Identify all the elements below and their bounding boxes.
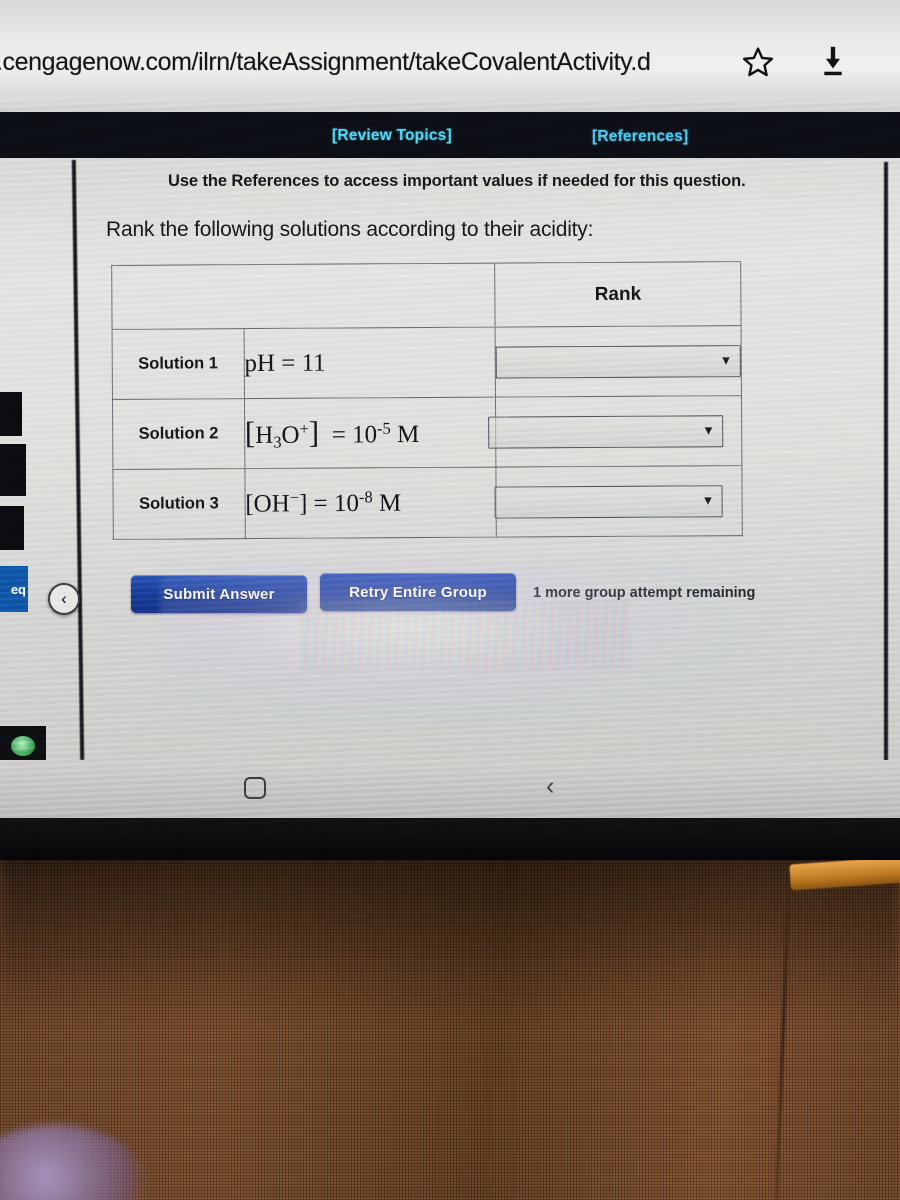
solution-2-rank-cell: ▾ (488, 395, 742, 468)
solution-3-label: Solution 3 (112, 468, 245, 540)
green-circle-icon (11, 736, 35, 756)
submit-answer-button[interactable]: Submit Answer (131, 575, 307, 613)
review-topics-link[interactable]: [Review Topics] (332, 127, 452, 145)
table-row: Solution 2 [H3O+] = 10-5 M ▾ (112, 395, 742, 470)
table-row: Solution 1 pH = 11 ▾ (112, 325, 742, 400)
content-frame-right-edge (884, 162, 888, 762)
header-blank (111, 263, 496, 330)
back-chevron-icon[interactable]: ‹ (546, 774, 554, 799)
chevron-down-icon: ▾ (722, 351, 730, 369)
solution-2-label: Solution 2 (112, 398, 245, 470)
solution-1-expression: pH = 11 (243, 327, 496, 399)
rank-select-2[interactable]: ▾ (488, 414, 724, 449)
solution-1-label: Solution 1 (112, 328, 245, 400)
chevron-down-icon: ▾ (704, 491, 712, 509)
table-row: Solution 3 [OH−] = 10-8 M ▾ (112, 465, 743, 540)
url-text[interactable]: .cengagenow.com/ilrn/takeAssignment/take… (0, 48, 651, 77)
desk-shadow (0, 842, 900, 1012)
table-header-row: Rank (111, 261, 742, 330)
solution-3-rank-cell: ▾ (494, 465, 743, 538)
question-prompt: Rank the following solutions according t… (106, 218, 594, 241)
header-rank: Rank (494, 261, 742, 328)
chevron-down-icon: ▾ (704, 421, 713, 439)
edge-fragment-1 (0, 392, 22, 436)
edge-fragment-2 (0, 444, 26, 496)
instruction-text: Use the References to access important v… (168, 172, 746, 190)
solution-2-expression: [H3O+] = 10-5 M (244, 397, 497, 469)
edge-fragment-3 (0, 506, 24, 550)
floating-back-button[interactable]: ‹ (48, 583, 80, 615)
photo-canvas: .cengagenow.com/ilrn/takeAssignment/take… (0, 0, 900, 1200)
blue-side-tab[interactable]: eq (0, 566, 28, 612)
desk-surface (0, 830, 900, 1200)
references-link[interactable]: [References] (592, 128, 688, 146)
rank-select-1[interactable]: ▾ (495, 344, 741, 379)
solution-3-expression: [OH−] = 10-8 M (244, 467, 497, 539)
ranking-table: Rank Solution 1 pH = 11 ▾ Solution 2 [H3… (111, 261, 743, 540)
android-navigation-bar (0, 760, 900, 818)
star-icon[interactable] (738, 42, 778, 82)
solution-1-rank-cell: ▾ (495, 325, 742, 398)
attempts-remaining-text: 1 more group attempt remaining (533, 585, 756, 601)
device-chin (0, 815, 900, 860)
home-square-icon[interactable] (244, 777, 266, 799)
download-icon[interactable] (812, 40, 854, 84)
rank-select-3[interactable]: ▾ (494, 484, 723, 519)
retry-entire-group-button[interactable]: Retry Entire Group (320, 573, 516, 611)
